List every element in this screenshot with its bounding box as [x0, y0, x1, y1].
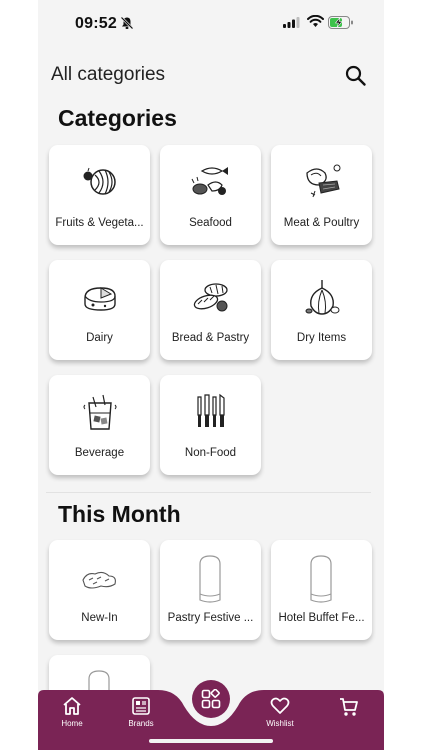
fruit-icon — [83, 167, 116, 195]
status-bar: 09:52 — [38, 0, 384, 46]
heart-icon — [270, 697, 290, 714]
category-card-beverage[interactable]: Beverage — [49, 375, 150, 475]
knives-icon — [197, 393, 225, 427]
cart-icon — [340, 698, 358, 716]
categories-icon — [201, 689, 221, 709]
categories-fab-button[interactable] — [192, 680, 230, 718]
category-label: Bread & Pastry — [171, 332, 250, 344]
category-label: Seafood — [189, 217, 232, 229]
category-card-fruits-vegetables[interactable]: Fruits & Vegeta... — [49, 145, 150, 245]
signal-icon — [283, 17, 300, 28]
search-icon — [345, 65, 366, 86]
home-indicator — [149, 739, 273, 743]
category-label: Non-Food — [184, 447, 237, 459]
nav-home[interactable]: Home — [42, 690, 102, 740]
this-month-label: Hotel Buffet Fe... — [278, 612, 365, 624]
chef-hat-icon — [199, 555, 221, 603]
seafood-icon — [191, 167, 228, 195]
category-card-dry-items[interactable]: Dry Items — [271, 260, 372, 360]
battery-charging-icon — [328, 16, 353, 29]
category-card-meat-poultry[interactable]: Meat & Poultry — [271, 145, 372, 245]
nav-wishlist[interactable]: Wishlist — [250, 690, 310, 740]
status-time: 09:52 — [75, 15, 117, 32]
bread-icon — [193, 283, 228, 312]
category-label: Dry Items — [296, 332, 347, 344]
nav-home-label: Home — [61, 719, 83, 728]
category-label: Fruits & Vegeta... — [55, 217, 144, 229]
category-label: Dairy — [86, 332, 113, 344]
category-label: Beverage — [74, 447, 125, 459]
nav-cart[interactable] — [319, 690, 379, 740]
this-month-heading: This Month — [58, 501, 181, 527]
phone-screen: 09:52 All categories Categories Fruits &… — [38, 0, 384, 750]
meat-icon — [306, 164, 341, 198]
bell-muted-icon — [120, 16, 134, 30]
nav-brands-label: Brands — [128, 719, 154, 728]
this-month-label: Pastry Festive ... — [167, 612, 254, 624]
category-card-non-food[interactable]: Non-Food — [160, 375, 261, 475]
nav-brands[interactable]: Brands — [111, 690, 171, 740]
this-month-card-pastry-festive[interactable]: Pastry Festive ... — [160, 540, 261, 640]
page-title: All categories — [51, 64, 166, 85]
this-month-card-new-in[interactable]: New-In — [49, 540, 150, 640]
garlic-icon — [305, 280, 340, 315]
section-divider — [46, 492, 371, 493]
search-button[interactable] — [343, 63, 369, 89]
category-card-dairy[interactable]: Dairy — [49, 260, 150, 360]
new-in-icon — [82, 571, 116, 589]
this-month-card-hotel-buffet[interactable]: Hotel Buffet Fe... — [271, 540, 372, 640]
cheese-icon — [84, 287, 116, 311]
brands-icon — [132, 697, 150, 715]
categories-heading: Categories — [58, 105, 177, 131]
category-card-bread-pastry[interactable]: Bread & Pastry — [160, 260, 261, 360]
this-month-label: New-In — [81, 612, 118, 624]
category-card-seafood[interactable]: Seafood — [160, 145, 261, 245]
home-icon — [63, 697, 81, 715]
beverage-icon — [83, 394, 117, 430]
chef-hat-icon — [310, 555, 332, 603]
category-label: Meat & Poultry — [283, 217, 360, 229]
wifi-icon — [307, 15, 324, 27]
nav-wishlist-label: Wishlist — [266, 719, 294, 728]
